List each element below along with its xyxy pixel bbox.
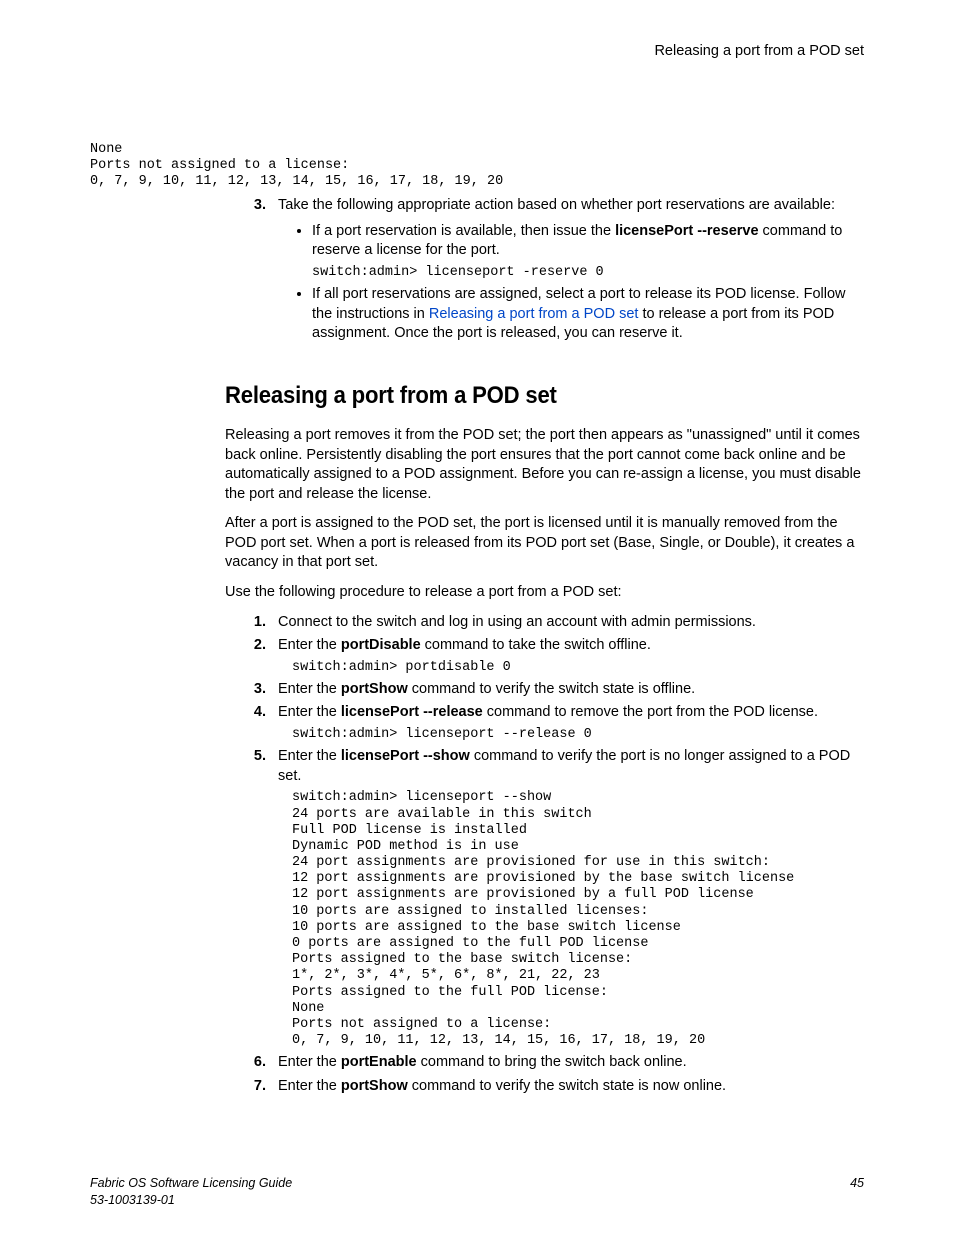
bullet-1-cmd: licensePort --reserve [615, 223, 758, 239]
proc-step-5-pre: Enter the [278, 748, 341, 764]
proc-step-2-pre: Enter the [278, 637, 341, 653]
proc-step-2-code: switch:admin> portdisable 0 [292, 660, 864, 676]
code-block-top: None Ports not assigned to a license: 0,… [90, 142, 864, 191]
section-p3: Use the following procedure to release a… [225, 583, 864, 603]
proc-step-6: Enter the portEnable command to bring th… [270, 1053, 864, 1073]
proc-step-4-post: command to remove the port from the POD … [483, 704, 818, 720]
proc-step-4: Enter the licensePort --release command … [270, 703, 864, 743]
proc-step-2-cmd: portDisable [341, 637, 421, 653]
proc-step-2-post: command to take the switch offline. [421, 637, 651, 653]
procedure-steps: Connect to the switch and log in using a… [90, 613, 864, 1097]
proc-step-7-pre: Enter the [278, 1078, 341, 1094]
proc-step-3-post: command to verify the switch state is of… [408, 681, 695, 697]
proc-step-3: Enter the portShow command to verify the… [270, 680, 864, 700]
proc-step-7-cmd: portShow [341, 1078, 408, 1094]
bullet-2: If all port reservations are assigned, s… [312, 285, 864, 344]
bullet-1: If a port reservation is available, then… [312, 222, 864, 281]
page-header-right: Releasing a port from a POD set [90, 42, 864, 62]
proc-step-1-text: Connect to the switch and log in using a… [278, 614, 756, 630]
section-p1: Releasing a port removes it from the POD… [225, 426, 864, 504]
proc-step-2: Enter the portDisable command to take th… [270, 636, 864, 676]
proc-step-6-pre: Enter the [278, 1054, 341, 1070]
proc-step-5: Enter the licensePort --show command to … [270, 747, 864, 1049]
step-3: Take the following appropriate action ba… [270, 196, 864, 344]
proc-step-5-code: switch:admin> licenseport --show 24 port… [292, 790, 864, 1049]
bullet-1-pre: If a port reservation is available, then… [312, 223, 615, 239]
proc-step-6-cmd: portEnable [341, 1054, 417, 1070]
section-title: Releasing a port from a POD set [225, 380, 813, 412]
proc-step-3-cmd: portShow [341, 681, 408, 697]
bullet-2-link[interactable]: Releasing a port from a POD set [429, 306, 639, 322]
proc-step-1: Connect to the switch and log in using a… [270, 613, 864, 633]
section-p2: After a port is assigned to the POD set,… [225, 514, 864, 573]
step-3-text: Take the following appropriate action ba… [278, 197, 835, 213]
bullet-1-code: switch:admin> licenseport -reserve 0 [312, 265, 864, 281]
page: Releasing a port from a POD set None Por… [0, 0, 954, 1235]
footer-docid: 53-1003139-01 [90, 1192, 864, 1209]
proc-step-4-code: switch:admin> licenseport --release 0 [292, 727, 864, 743]
step-3-bullets: If a port reservation is available, then… [278, 222, 864, 344]
proc-step-7: Enter the portShow command to verify the… [270, 1077, 864, 1097]
proc-step-4-pre: Enter the [278, 704, 341, 720]
proc-step-6-post: command to bring the switch back online. [417, 1054, 687, 1070]
footer-page-number: 45 [850, 1175, 864, 1192]
proc-step-7-post: command to verify the switch state is no… [408, 1078, 726, 1094]
proc-step-4-cmd: licensePort --release [341, 704, 483, 720]
page-footer: 45 Fabric OS Software Licensing Guide 53… [90, 1175, 864, 1209]
continued-steps: Take the following appropriate action ba… [90, 196, 864, 344]
proc-step-5-cmd: licensePort --show [341, 748, 470, 764]
proc-step-3-pre: Enter the [278, 681, 341, 697]
footer-title: Fabric OS Software Licensing Guide [90, 1175, 864, 1192]
